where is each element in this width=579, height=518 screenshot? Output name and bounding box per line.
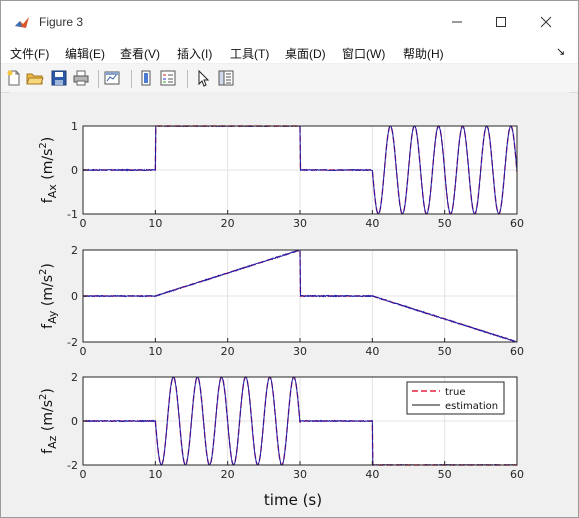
- menu-tools[interactable]: 工具(T): [230, 45, 269, 62]
- toolbar: [1, 64, 578, 93]
- x-tick-label: 20: [221, 468, 235, 481]
- x-tick-label: 40: [365, 345, 379, 358]
- toolbar-separator: [187, 70, 188, 88]
- menu-view[interactable]: 查看(V): [120, 45, 160, 62]
- subplot-ay: 0 10 20 30 40 50 60-202fAy (m/s2): [38, 244, 524, 358]
- maximize-icon: [496, 17, 506, 27]
- y-tick-label: -2: [67, 336, 78, 349]
- menu-help[interactable]: 帮助(H): [403, 45, 444, 62]
- x-tick-label: 60: [510, 468, 524, 481]
- x-tick-label: 20: [221, 345, 235, 358]
- open-icon[interactable]: [26, 69, 44, 87]
- figure-canvas: time (s) 0 10 20 30 40 50 60 -1 0 1 fAx (m/s2) 0 10 2…: [10, 92, 569, 512]
- figure-window: Figure 3 文件(F) 编辑(E) 查看(V) 插入(I) 工具(T) 桌…: [0, 0, 579, 518]
- minimize-icon: [452, 21, 462, 23]
- x-tick-label: 30: [293, 468, 307, 481]
- y-axis-label: fAx (m/s2): [38, 137, 59, 203]
- print-icon[interactable]: [72, 69, 90, 87]
- subplot-az: 0 10 20 30 40 50 60-202fAz (m/s2) trueestimatio…: [38, 371, 524, 481]
- x-tick-label: 60: [510, 217, 524, 230]
- legend-label-true: true: [445, 387, 466, 398]
- y-tick-label: 0: [71, 164, 78, 177]
- x-tick-label: 0: [80, 217, 87, 230]
- x-tick-label: 30: [293, 345, 307, 358]
- x-tick-label: 20: [221, 217, 235, 230]
- y-tick-label: 1: [71, 120, 78, 133]
- property-inspector-icon[interactable]: [217, 69, 235, 87]
- legend-label-estimation: estimation: [445, 401, 498, 412]
- y-tick-label: -1: [67, 208, 78, 221]
- save-icon[interactable]: [50, 69, 68, 87]
- new-figure-icon[interactable]: [5, 69, 23, 87]
- x-tick-label: 0: [80, 468, 87, 481]
- plots-svg: time (s) 0 10 20 30 40 50 60-101fAx (m/s2)0 10 2…: [38, 120, 524, 509]
- x-tick-label: 0: [80, 345, 87, 358]
- menu-bar: 文件(F) 编辑(E) 查看(V) 插入(I) 工具(T) 桌面(D) 窗口(W…: [1, 41, 578, 63]
- menu-edit[interactable]: 编辑(E): [65, 45, 105, 62]
- insert-colorbar-icon[interactable]: [137, 69, 155, 87]
- subplot-ax: 0 10 20 30 40 50 60-101fAx (m/s2): [38, 120, 524, 230]
- window-title: Figure 3: [39, 15, 84, 29]
- menu-window[interactable]: 窗口(W): [342, 45, 385, 62]
- x-tick-label: 40: [365, 468, 379, 481]
- x-tick-label: 60: [510, 345, 524, 358]
- close-icon: [540, 16, 552, 28]
- matlab-icon: [15, 17, 29, 28]
- x-tick-label: 10: [148, 345, 162, 358]
- menu-file[interactable]: 文件(F): [10, 45, 49, 62]
- x-tick-label: 50: [438, 345, 452, 358]
- dock-arrow-icon[interactable]: ↘: [556, 45, 565, 58]
- y-tick-label: 2: [71, 244, 78, 257]
- insert-legend-icon[interactable]: [159, 69, 177, 87]
- toolbar-separator: [98, 70, 99, 88]
- x-tick-label: 50: [438, 468, 452, 481]
- menu-insert[interactable]: 插入(I): [177, 45, 212, 62]
- y-tick-label: 0: [71, 415, 78, 428]
- edit-plot-icon[interactable]: [194, 69, 212, 87]
- x-axis-label: time (s): [264, 491, 322, 509]
- y-tick-label: -2: [67, 459, 78, 472]
- toolbar-separator: [131, 70, 132, 88]
- maximize-button[interactable]: [481, 7, 521, 37]
- x-tick-label: 10: [148, 217, 162, 230]
- close-button[interactable]: [526, 7, 566, 37]
- y-axis-label: fAz (m/s2): [38, 388, 59, 454]
- x-tick-label: 50: [438, 217, 452, 230]
- title-bar: Figure 3: [1, 1, 578, 41]
- y-axis-label: fAy (m/s2): [38, 263, 59, 329]
- x-tick-label: 10: [148, 468, 162, 481]
- x-tick-label: 40: [365, 217, 379, 230]
- y-tick-label: 0: [71, 290, 78, 303]
- minimize-button[interactable]: [437, 7, 477, 37]
- menu-desktop[interactable]: 桌面(D): [285, 45, 326, 62]
- y-tick-label: 2: [71, 371, 78, 384]
- link-plot-icon[interactable]: [103, 69, 121, 87]
- x-tick-label: 30: [293, 217, 307, 230]
